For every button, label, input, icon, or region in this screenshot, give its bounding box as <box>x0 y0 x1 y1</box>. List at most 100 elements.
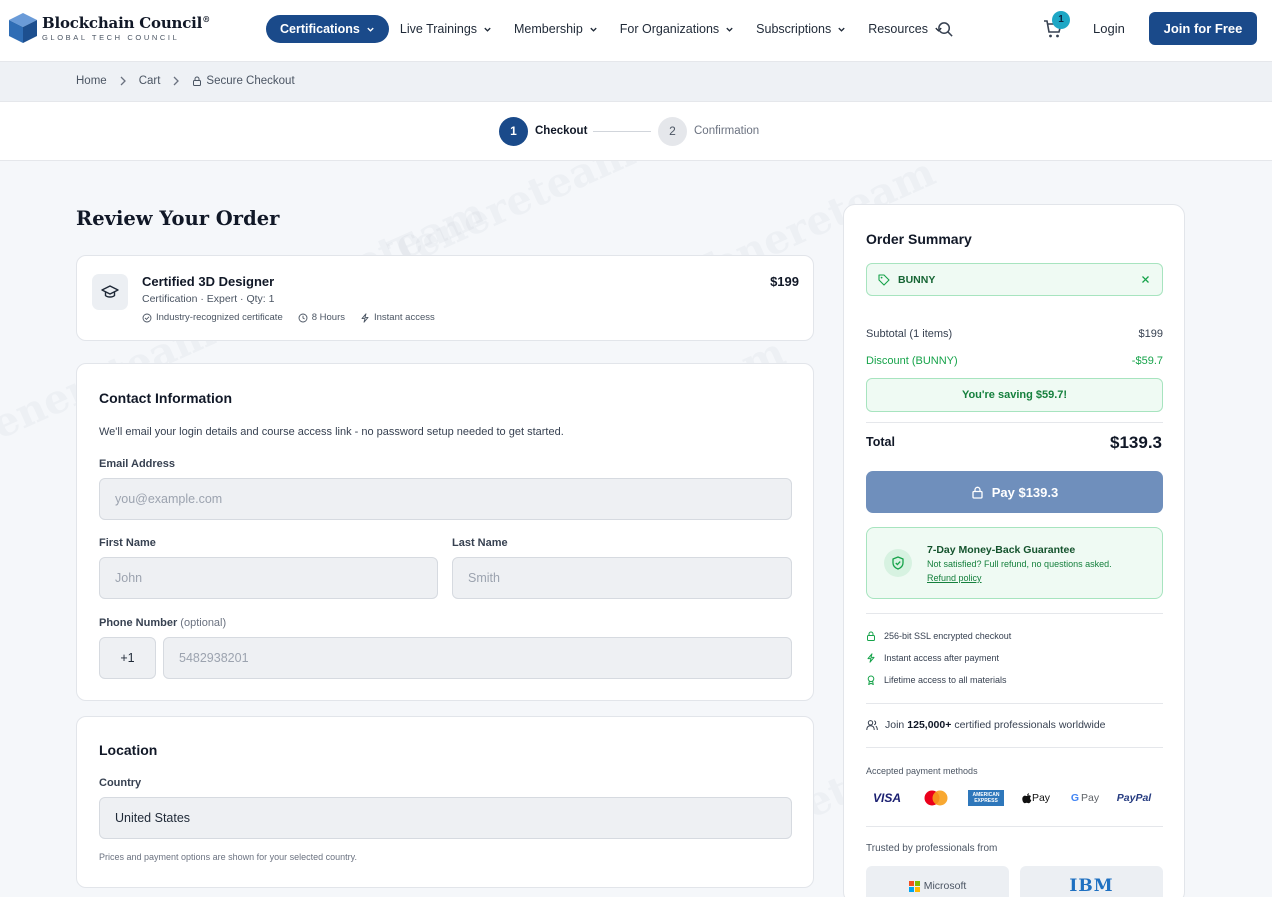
paypal-logo: PayPal <box>1116 792 1152 804</box>
nav-resources-label: Resources <box>868 22 928 36</box>
step-connector <box>593 131 651 132</box>
discount-value: -$59.7 <box>1131 355 1163 367</box>
breadcrumb-home[interactable]: Home <box>76 75 107 87</box>
nav-certifications-label: Certifications <box>280 22 360 36</box>
nav-live-trainings-label: Live Trainings <box>399 22 478 36</box>
page-title: Review Your Order <box>76 207 280 230</box>
amex-logo: AMERICAN EXPRESS <box>968 790 1004 806</box>
nav-membership[interactable]: Membership <box>503 15 609 43</box>
google-pay-logo: G Pay <box>1064 788 1106 808</box>
product-icon-box <box>92 274 128 310</box>
nav-subscriptions[interactable]: Subscriptions <box>745 15 857 43</box>
email-label: Email Address <box>99 458 176 470</box>
nav-for-organizations[interactable]: For Organizations <box>609 15 745 43</box>
checkout-steps: 1 Checkout 2 Confirmation <box>0 102 1272 161</box>
join-for-free-button[interactable]: Join for Free <box>1149 12 1257 45</box>
last-name-field[interactable]: Smith <box>452 557 792 599</box>
location-note: Prices and payment options are shown for… <box>99 852 357 862</box>
step-checkout-label: Checkout <box>535 125 588 137</box>
divider <box>866 703 1163 704</box>
shield-check-icon <box>884 549 912 577</box>
trust-ssl-label: 256-bit SSL encrypted checkout <box>884 631 1012 641</box>
first-name-field[interactable]: John <box>99 557 438 599</box>
site-header: Blockchain Council® GLOBAL TECH COUNCIL … <box>0 0 1272 62</box>
users-icon <box>866 720 878 731</box>
apple-icon <box>1022 792 1032 803</box>
cart-count-badge: 1 <box>1052 11 1070 29</box>
location-title: Location <box>99 742 158 758</box>
refund-policy-link[interactable]: Refund policy <box>927 573 982 583</box>
chevron-down-icon <box>838 27 845 32</box>
subtotal-label: Subtotal (1 items) <box>866 328 953 340</box>
total-label: Total <box>866 435 895 449</box>
feature-certificate: Industry-recognized certificate <box>142 312 283 323</box>
trusted-by-label: Trusted by professionals from <box>866 843 998 854</box>
guarantee-title: 7-Day Money-Back Guarantee <box>927 544 1076 556</box>
product-meta: Certification · Expert · Qty: 1 <box>142 293 275 305</box>
order-summary-card: Order Summary BUNNY Subtotal (1 items) $… <box>843 204 1185 897</box>
phone-country-code[interactable]: +1 <box>99 637 156 679</box>
feature-duration-label: 8 Hours <box>311 312 345 323</box>
total-value: $139.3 <box>1110 433 1162 452</box>
phone-label-text: Phone Number <box>99 617 178 629</box>
product-features: Industry-recognized certificate 8 Hours … <box>142 312 450 323</box>
nav-live-trainings[interactable]: Live Trainings <box>389 15 503 43</box>
search-icon[interactable] <box>937 21 954 38</box>
breadcrumb-current: Secure Checkout <box>206 75 295 87</box>
saving-badge: You're saving $59.7! <box>866 378 1163 412</box>
lightning-icon <box>867 653 875 663</box>
nav-for-organizations-label: For Organizations <box>619 22 720 36</box>
brand-reg: ® <box>202 14 210 24</box>
cube-logo-icon <box>9 13 37 43</box>
main-nav: Certifications Live Trainings Membership… <box>266 15 954 43</box>
step-confirmation-number: 2 <box>658 117 687 146</box>
contact-title: Contact Information <box>99 390 232 406</box>
nav-certifications[interactable]: Certifications <box>266 15 389 43</box>
breadcrumb-bar: Home Cart Secure Checkout <box>0 62 1272 102</box>
location-card: Location Country United States Prices an… <box>76 716 814 888</box>
chevron-right-icon <box>173 76 180 86</box>
login-link[interactable]: Login <box>1093 21 1125 36</box>
feature-instant-access: Instant access <box>360 312 435 323</box>
brand-logo[interactable]: Blockchain Council® GLOBAL TECH COUNCIL <box>8 12 210 44</box>
contact-information-card: Contact Information We'll email your log… <box>76 363 814 701</box>
phone-field[interactable]: 5482938201 <box>163 637 792 679</box>
check-circle-icon <box>142 313 152 322</box>
feature-duration: 8 Hours <box>298 312 345 323</box>
pay-button[interactable]: Pay $139.3 <box>866 471 1163 513</box>
feature-certificate-label: Industry-recognized certificate <box>156 312 283 323</box>
microsoft-label: Microsoft <box>923 880 967 892</box>
email-field[interactable]: you@example.com <box>99 478 792 520</box>
ibm-label: IBM <box>1069 876 1114 896</box>
close-icon[interactable] <box>1140 274 1151 285</box>
lock-icon <box>867 631 875 641</box>
apple-pay-label: Pay <box>1031 792 1051 804</box>
social-proof: Join 125,000+ certified professionals wo… <box>866 719 1106 731</box>
chevron-down-icon <box>367 27 374 32</box>
graduation-cap-icon <box>101 285 119 298</box>
brand-name: Blockchain Council <box>42 14 203 32</box>
chevron-right-icon <box>120 76 126 86</box>
applied-coupon: BUNNY <box>866 263 1163 296</box>
ibm-logo: IBM <box>1020 866 1163 897</box>
discount-row: Discount (BUNNY) -$59.7 <box>866 355 1163 367</box>
divider <box>866 826 1163 827</box>
breadcrumb-cart[interactable]: Cart <box>139 75 161 87</box>
first-name-label: First Name <box>99 537 156 549</box>
order-summary-title: Order Summary <box>866 231 972 247</box>
google-pay-label: Pay <box>1081 792 1100 804</box>
clock-icon <box>298 313 308 322</box>
brand-tagline: GLOBAL TECH COUNCIL <box>42 33 180 42</box>
lock-icon <box>193 76 202 86</box>
chevron-down-icon <box>590 27 597 32</box>
tag-icon <box>878 274 890 286</box>
step-checkout-number: 1 <box>499 117 528 146</box>
money-back-guarantee: 7-Day Money-Back Guarantee Not satisfied… <box>866 527 1163 599</box>
country-select[interactable]: United States <box>99 797 792 839</box>
divider <box>866 613 1163 614</box>
lightning-icon <box>361 312 369 323</box>
phone-label: Phone Number (optional) <box>99 617 226 629</box>
pay-button-label: Pay $139.3 <box>991 484 1059 500</box>
subtotal-row: Subtotal (1 items) $199 <box>866 328 1163 340</box>
chevron-down-icon <box>484 27 491 32</box>
